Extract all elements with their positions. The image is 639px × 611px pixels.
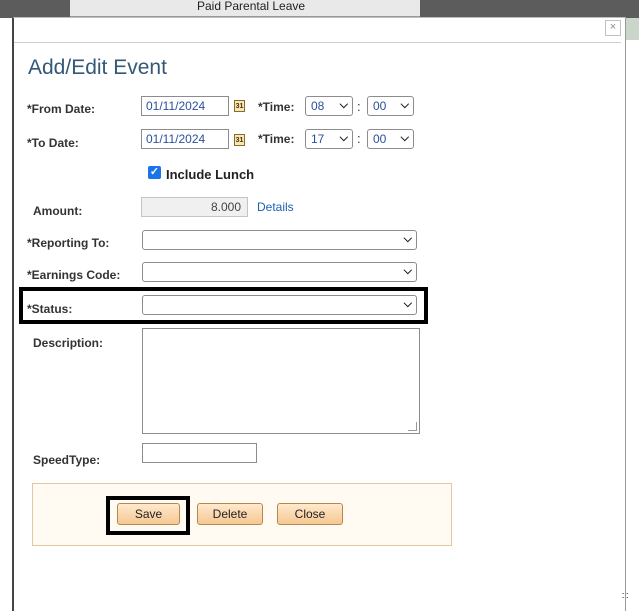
from-hour-select[interactable]: 08 ⌵: [305, 96, 353, 116]
reporting-to-select[interactable]: ⌵: [142, 230, 417, 250]
from-minute-value: 00: [373, 99, 387, 113]
to-minute-value: 00: [373, 132, 387, 146]
close-button[interactable]: Close: [277, 503, 343, 525]
time-separator: :: [357, 131, 361, 146]
from-time-label: *Time:: [258, 100, 295, 114]
calendar-icon[interactable]: 31: [234, 134, 245, 146]
to-hour-value: 17: [311, 132, 325, 146]
resize-grip-icon[interactable]: [408, 422, 417, 431]
to-minute-select[interactable]: 00 ⌵: [367, 129, 414, 149]
description-textarea[interactable]: [142, 328, 420, 434]
to-time-label: *Time:: [258, 132, 295, 146]
dialog-header-divider: [14, 42, 621, 43]
delete-button[interactable]: Delete: [197, 503, 263, 525]
include-lunch-label: Include Lunch: [166, 167, 255, 182]
checkmark-icon: ✓: [149, 166, 160, 178]
amount-field: 8.000: [141, 197, 248, 217]
chevron-down-icon: ⌵: [403, 265, 412, 277]
chevron-down-icon: ⌵: [339, 99, 348, 111]
dialog-resize-handle[interactable]: ∷: [622, 592, 628, 602]
background-event-text: Paid Parental Leave: [197, 0, 306, 10]
calendar-icon[interactable]: 31: [234, 100, 245, 112]
to-date-label: *To Date:: [27, 136, 79, 150]
close-icon[interactable]: ×: [605, 20, 621, 36]
description-label: Description:: [33, 336, 104, 350]
status-highlight-box: [19, 287, 428, 324]
chevron-down-icon: ⌵: [400, 132, 409, 144]
from-hour-value: 08: [311, 99, 325, 113]
chevron-down-icon: ⌵: [400, 99, 409, 111]
speedtype-input[interactable]: [142, 443, 257, 463]
save-highlight-box: [106, 496, 190, 535]
to-date-input[interactable]: 01/11/2024: [141, 129, 229, 149]
from-date-input[interactable]: 01/11/2024: [141, 96, 229, 116]
earnings-code-select[interactable]: ⌵: [142, 262, 417, 282]
to-hour-select[interactable]: 17 ⌵: [305, 129, 353, 149]
chevron-down-icon: ⌵: [403, 233, 412, 245]
details-link[interactable]: Details: [257, 200, 294, 214]
dialog-title: Add/Edit Event: [28, 56, 167, 79]
time-separator: :: [357, 99, 361, 114]
amount-label: Amount:: [33, 204, 83, 218]
from-date-label: *From Date:: [27, 102, 96, 116]
chevron-down-icon: ⌵: [339, 132, 348, 144]
from-minute-select[interactable]: 00 ⌵: [367, 96, 414, 116]
reporting-to-label: *Reporting To:: [27, 236, 110, 250]
speedtype-label: SpeedType:: [33, 453, 101, 467]
include-lunch-checkbox[interactable]: ✓: [148, 166, 161, 179]
earnings-code-label: *Earnings Code:: [27, 268, 121, 282]
